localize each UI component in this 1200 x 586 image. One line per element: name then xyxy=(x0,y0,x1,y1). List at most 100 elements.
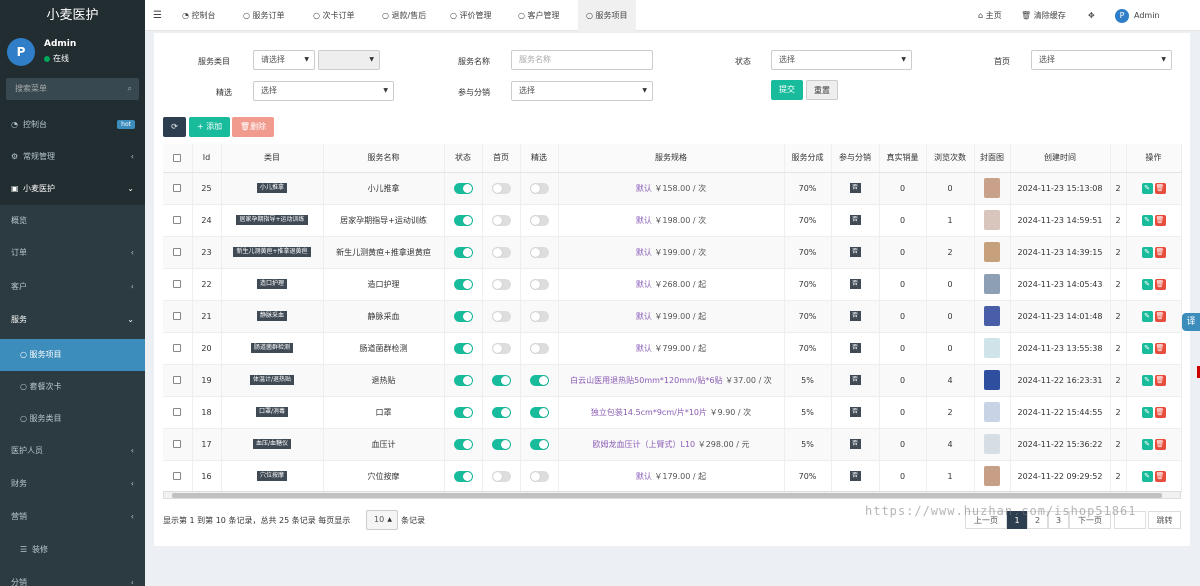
row-checkbox[interactable] xyxy=(163,236,193,269)
edit-icon[interactable]: ✎ xyxy=(1141,470,1153,482)
edit-icon[interactable]: ✎ xyxy=(1141,374,1153,386)
home-toggle[interactable] xyxy=(491,374,511,386)
cover-image[interactable] xyxy=(984,178,1000,198)
sidebar-item-service[interactable]: 服务 ⌄ xyxy=(0,304,145,339)
sidebar-item-service-items[interactable]: ○ 服务项目 xyxy=(0,339,145,371)
filter-home-select[interactable]: 选择 ▼ xyxy=(1031,50,1172,70)
tab-dashboard[interactable]: ◔ 控制台 xyxy=(182,0,216,31)
sidebar-item-decor[interactable]: ☰ 装修 xyxy=(0,534,145,567)
status-toggle[interactable] xyxy=(453,374,473,386)
status-toggle[interactable] xyxy=(453,182,473,194)
delete-icon[interactable]: 🗑 xyxy=(1154,342,1166,354)
home-toggle[interactable] xyxy=(491,278,511,290)
featured-toggle[interactable] xyxy=(529,470,549,482)
col-spec[interactable]: 服务规格 xyxy=(558,144,785,173)
featured-toggle[interactable] xyxy=(529,182,549,194)
home-toggle[interactable] xyxy=(491,214,511,226)
featured-toggle[interactable] xyxy=(529,246,549,258)
delete-icon[interactable]: 🗑 xyxy=(1154,374,1166,386)
select-all-checkbox[interactable] xyxy=(163,144,193,173)
col-featured[interactable]: 精选 xyxy=(520,144,559,173)
tab-card-orders[interactable]: ○ 次卡订单 xyxy=(313,0,355,31)
edit-icon[interactable]: ✎ xyxy=(1141,406,1153,418)
cover-image[interactable] xyxy=(984,370,1000,390)
status-toggle[interactable] xyxy=(453,470,473,482)
home-toggle[interactable] xyxy=(491,470,511,482)
scrollbar-thumb[interactable] xyxy=(172,493,1162,498)
filter-featured-select[interactable]: 选择 ▼ xyxy=(253,81,394,101)
add-button[interactable]: + 添加 xyxy=(189,117,230,137)
filter-dist-select[interactable]: 选择 ▼ xyxy=(511,81,653,101)
submit-button[interactable]: 提交 xyxy=(771,80,803,100)
featured-toggle[interactable] xyxy=(529,342,549,354)
status-toggle[interactable] xyxy=(453,278,473,290)
edit-icon[interactable]: ✎ xyxy=(1141,214,1153,226)
home-toggle[interactable] xyxy=(491,406,511,418)
delete-icon[interactable]: 🗑 xyxy=(1154,438,1166,450)
featured-toggle[interactable] xyxy=(529,310,549,322)
col-id[interactable]: Id xyxy=(192,144,222,173)
home-toggle[interactable] xyxy=(491,310,511,322)
tab-customers[interactable]: ○ 客户管理 xyxy=(518,0,560,31)
sidebar-item-service-cat[interactable]: ○ 服务类目 xyxy=(0,403,145,435)
sidebar-item-marketing[interactable]: 营销 ‹ xyxy=(0,501,145,534)
delete-button[interactable]: 🗑删除 xyxy=(232,117,274,137)
reset-button[interactable]: 重置 xyxy=(806,80,838,100)
delete-icon[interactable]: 🗑 xyxy=(1154,470,1166,482)
edit-icon[interactable]: ✎ xyxy=(1141,246,1153,258)
home-toggle[interactable] xyxy=(491,182,511,194)
filter-cat-select[interactable]: 请选择 ▼ xyxy=(253,50,315,70)
tab-service-items[interactable]: ○ 服务项目 xyxy=(578,0,636,31)
col-status[interactable]: 状态 xyxy=(444,144,483,173)
row-checkbox[interactable] xyxy=(163,396,193,429)
row-checkbox[interactable] xyxy=(163,332,193,365)
sidebar-item-customers[interactable]: 客户 ‹ xyxy=(0,271,145,304)
delete-icon[interactable]: 🗑 xyxy=(1154,214,1166,226)
sidebar-item-finance[interactable]: 财务 ‹ xyxy=(0,468,145,501)
featured-toggle[interactable] xyxy=(529,278,549,290)
col-cover[interactable]: 封面图 xyxy=(974,144,1011,173)
home-toggle[interactable] xyxy=(491,438,511,450)
cover-image[interactable] xyxy=(984,402,1000,422)
cover-image[interactable] xyxy=(984,274,1000,294)
col-views[interactable]: 浏览次数 xyxy=(926,144,975,173)
row-checkbox[interactable] xyxy=(163,364,193,397)
clear-cache-button[interactable]: 🗑 清除缓存 xyxy=(1021,0,1066,31)
filter-subcat-select[interactable]: ▼ xyxy=(318,50,380,70)
sidebar-item-overview[interactable]: 概览 xyxy=(0,205,145,237)
featured-toggle[interactable] xyxy=(529,406,549,418)
horizontal-scrollbar[interactable] xyxy=(163,491,1181,499)
featured-toggle[interactable] xyxy=(529,214,549,226)
delete-icon[interactable]: 🗑 xyxy=(1154,310,1166,322)
row-checkbox[interactable] xyxy=(163,300,193,333)
row-checkbox[interactable] xyxy=(163,172,193,205)
fullscreen-icon[interactable]: ✥ xyxy=(1088,0,1095,31)
cover-image[interactable] xyxy=(984,434,1000,454)
cover-image[interactable] xyxy=(984,242,1000,262)
status-toggle[interactable] xyxy=(453,214,473,226)
admin-menu[interactable]: P Admin xyxy=(1115,0,1160,31)
col-time[interactable]: 创建时间 xyxy=(1010,144,1111,173)
delete-icon[interactable]: 🗑 xyxy=(1154,406,1166,418)
edit-icon[interactable]: ✎ xyxy=(1141,182,1153,194)
page-size-select[interactable]: 10 ▲ xyxy=(366,510,398,530)
app-title[interactable]: 小麦医护 xyxy=(0,0,145,31)
status-toggle[interactable] xyxy=(453,246,473,258)
status-toggle[interactable] xyxy=(453,406,473,418)
row-checkbox[interactable] xyxy=(163,428,193,461)
tab-service-orders[interactable]: ○ 服务订单 xyxy=(243,0,285,31)
col-sales[interactable]: 真实销量 xyxy=(879,144,927,173)
filter-name-input[interactable]: 服务名称 xyxy=(511,50,653,70)
col-cat[interactable]: 类目 xyxy=(221,144,324,173)
home-toggle[interactable] xyxy=(491,342,511,354)
row-checkbox[interactable] xyxy=(163,268,193,301)
row-checkbox[interactable] xyxy=(163,460,193,493)
edit-icon[interactable]: ✎ xyxy=(1141,278,1153,290)
filter-status-select[interactable]: 选择 ▼ xyxy=(771,50,912,70)
menu-search-input[interactable]: 搜索菜单 ⌕ xyxy=(6,78,139,100)
sidebar-item-staff[interactable]: 医护人员 ‹ xyxy=(0,435,145,468)
refresh-button[interactable]: ⟳ xyxy=(163,117,186,137)
status-toggle[interactable] xyxy=(453,438,473,450)
col-dist[interactable]: 参与分销 xyxy=(831,144,880,173)
tab-reviews[interactable]: ○ 评价管理 xyxy=(450,0,492,31)
